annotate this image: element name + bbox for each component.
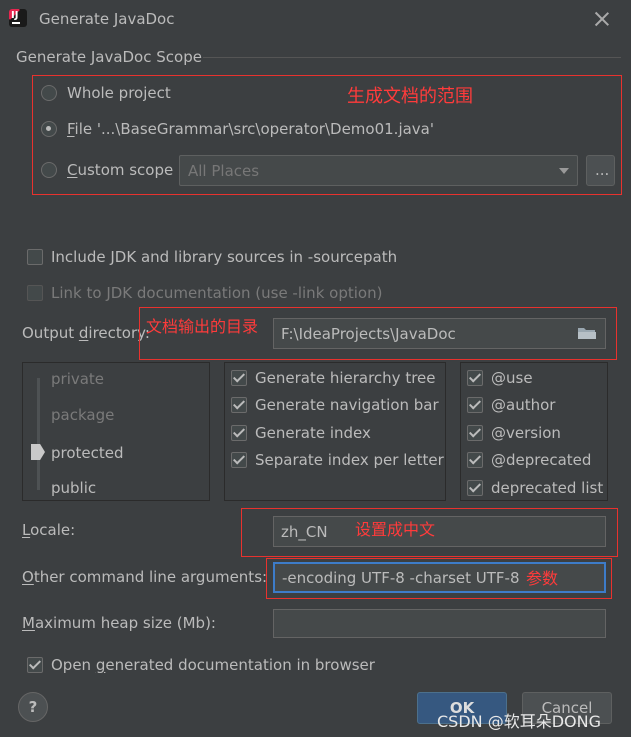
- open-browser-label: Open generated documentation in browser: [51, 656, 375, 674]
- navigation-bar-label: Generate navigation bar: [255, 396, 439, 414]
- other-args-label: Other command line arguments:: [22, 568, 268, 586]
- visibility-slider-track[interactable]: [37, 378, 40, 490]
- annotation-box-args: [266, 558, 612, 599]
- close-icon[interactable]: [592, 9, 612, 29]
- scope-section-title: Generate JavaDoc Scope: [16, 48, 202, 66]
- open-browser-checkbox[interactable]: [27, 657, 43, 673]
- visibility-package[interactable]: package: [51, 406, 114, 424]
- deprecated-list-checkbox[interactable]: [467, 480, 483, 496]
- watermark-text: CSDN @软耳朵DONG: [437, 712, 601, 731]
- section-divider: [203, 57, 621, 58]
- dialog-title: Generate JavaDoc: [39, 10, 175, 28]
- heap-size-label: Maximum heap size (Mb):: [22, 614, 216, 632]
- hierarchy-tree-checkbox[interactable]: [231, 370, 247, 386]
- link-jdk-label: Link to JDK documentation (use -link opt…: [51, 284, 383, 302]
- visibility-private[interactable]: private: [51, 370, 104, 388]
- author-tag-label: @author: [491, 396, 556, 414]
- generate-index-checkbox[interactable]: [231, 425, 247, 441]
- annotation-locale-text: 设置成中文: [355, 520, 436, 539]
- hierarchy-tree-label: Generate hierarchy tree: [255, 369, 436, 387]
- intellij-logo-icon: IJ: [9, 9, 27, 27]
- use-tag-checkbox[interactable]: [467, 370, 483, 386]
- include-jdk-checkbox[interactable]: [27, 249, 43, 265]
- include-jdk-label: Include JDK and library sources in -sour…: [51, 248, 398, 266]
- visibility-protected[interactable]: protected: [51, 444, 124, 462]
- help-button[interactable]: ?: [18, 692, 48, 722]
- output-directory-label: Output directory:: [22, 324, 150, 342]
- heap-size-field[interactable]: [273, 609, 606, 638]
- annotation-args-text: 参数: [526, 569, 559, 588]
- annotation-box-scope: [32, 75, 622, 195]
- visibility-public[interactable]: public: [51, 479, 96, 497]
- generate-index-label: Generate index: [255, 424, 371, 442]
- locale-label: Locale:: [22, 521, 76, 539]
- version-tag-label: @version: [491, 424, 561, 442]
- deprecated-tag-checkbox[interactable]: [467, 452, 483, 468]
- author-tag-checkbox[interactable]: [467, 397, 483, 413]
- separate-index-label: Separate index per letter: [255, 451, 444, 469]
- deprecated-tag-label: @deprecated: [491, 451, 592, 469]
- version-tag-checkbox[interactable]: [467, 425, 483, 441]
- link-jdk-checkbox[interactable]: [27, 285, 43, 301]
- deprecated-list-label: deprecated list: [491, 479, 604, 497]
- navigation-bar-checkbox[interactable]: [231, 397, 247, 413]
- use-tag-label: @use: [491, 369, 533, 387]
- annotation-scope-text: 生成文档的范围: [347, 86, 473, 107]
- annotation-output-text: 文档输出的目录: [146, 317, 259, 336]
- separate-index-checkbox[interactable]: [231, 452, 247, 468]
